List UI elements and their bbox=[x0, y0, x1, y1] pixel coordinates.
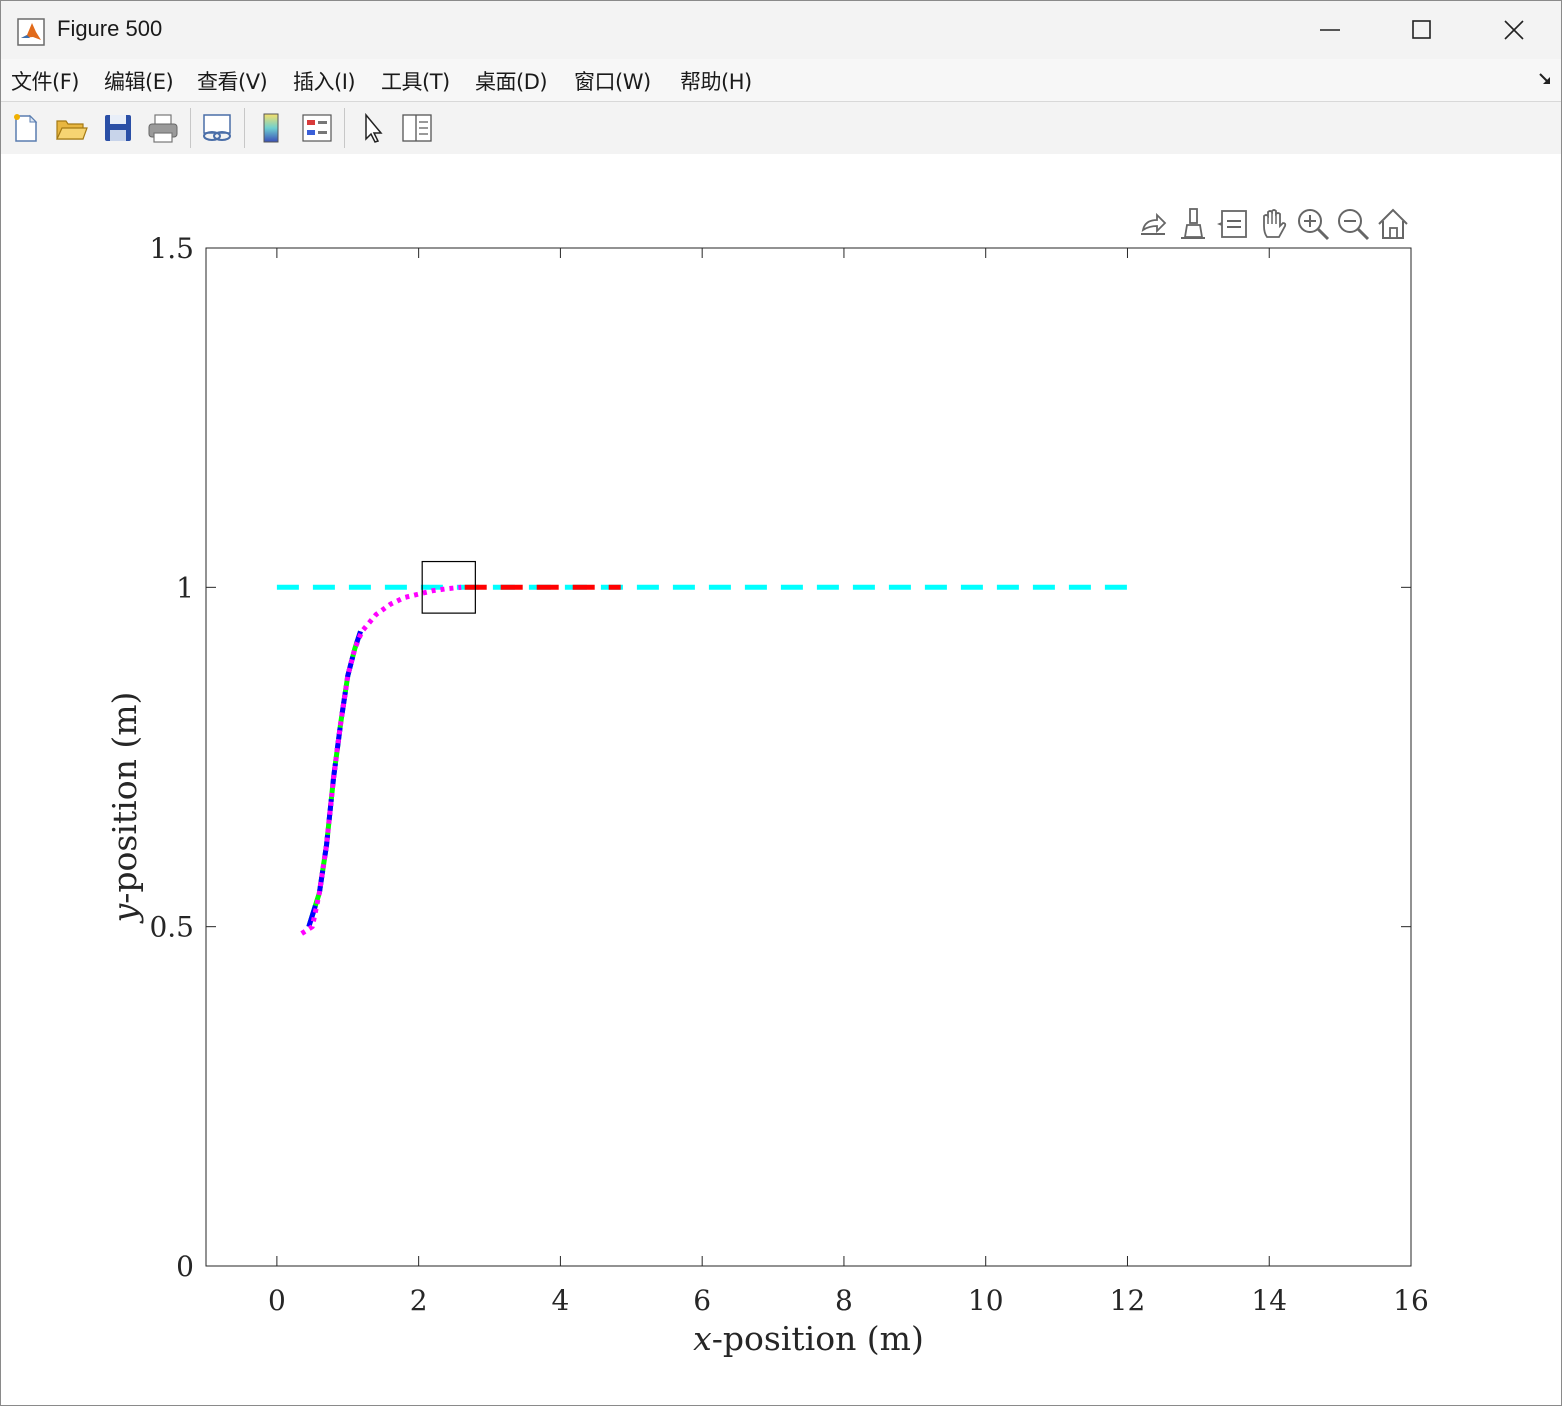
dock-arrow-icon[interactable] bbox=[1537, 71, 1553, 87]
menu-view[interactable]: 查看(V) bbox=[197, 66, 268, 96]
figure-canvas-area: 0 2 4 6 8 10 12 14 16 0 0.5 1 1.5 x-position (m) y-pos… bbox=[1, 154, 1561, 1405]
y-tick-label: 0 bbox=[176, 1250, 194, 1283]
toolbar-separator bbox=[344, 108, 345, 148]
y-axis-label-var: y bbox=[105, 903, 144, 924]
y-tick-label: 1.5 bbox=[149, 232, 194, 265]
y-axis-label: y-position (m) bbox=[105, 692, 144, 925]
matlab-app-icon bbox=[17, 18, 45, 46]
x-axis-label-rest: -position (m) bbox=[712, 1319, 924, 1358]
open-file-icon[interactable] bbox=[54, 111, 88, 145]
menu-insert[interactable]: 插入(I) bbox=[293, 66, 356, 96]
link-plot-icon[interactable] bbox=[200, 111, 234, 145]
edit-plot-arrow-icon[interactable] bbox=[357, 111, 391, 145]
window-title: Figure 500 bbox=[57, 16, 163, 41]
x-tick-label: 4 bbox=[551, 1284, 569, 1317]
x-tick-label: 16 bbox=[1393, 1284, 1429, 1317]
figure-toolbar bbox=[1, 101, 1561, 155]
new-figure-icon[interactable] bbox=[9, 111, 43, 145]
menu-tools[interactable]: 工具(T) bbox=[381, 66, 450, 96]
menu-help[interactable]: 帮助(H) bbox=[680, 66, 752, 96]
toolbar-separator bbox=[190, 108, 191, 148]
axes-box bbox=[205, 247, 1412, 1267]
menu-file[interactable]: 文件(F) bbox=[11, 66, 79, 96]
figure-window: Figure 500 文件(F) 编辑(E) 查看(V) 插入(I) 工具(T)… bbox=[0, 0, 1562, 1406]
minimize-icon bbox=[1320, 29, 1340, 31]
x-tick-label: 10 bbox=[968, 1284, 1004, 1317]
x-tick-label: 2 bbox=[410, 1284, 428, 1317]
colorbar-icon[interactable] bbox=[254, 111, 288, 145]
y-tick-label: 1 bbox=[176, 571, 194, 604]
property-inspector-icon[interactable] bbox=[400, 111, 434, 145]
minimize-button[interactable] bbox=[1284, 1, 1376, 59]
toolbar-separator bbox=[244, 108, 245, 148]
x-tick-label: 12 bbox=[1110, 1284, 1146, 1317]
menu-bar: 文件(F) 编辑(E) 查看(V) 插入(I) 工具(T) 桌面(D) 窗口(W… bbox=[1, 59, 1561, 101]
x-tick-label: 8 bbox=[835, 1284, 853, 1317]
menu-window[interactable]: 窗口(W) bbox=[574, 66, 651, 96]
menu-desktop[interactable]: 桌面(D) bbox=[475, 66, 548, 96]
close-button[interactable] bbox=[1468, 1, 1560, 59]
title-bar[interactable]: Figure 500 bbox=[1, 1, 1561, 59]
print-icon[interactable] bbox=[146, 111, 180, 145]
x-tick-label: 0 bbox=[268, 1284, 286, 1317]
maximize-icon bbox=[1412, 20, 1431, 39]
maximize-button[interactable] bbox=[1376, 1, 1468, 59]
x-axis-label-var: x bbox=[693, 1319, 712, 1358]
y-tick-label: 0.5 bbox=[149, 911, 194, 944]
legend-icon[interactable] bbox=[300, 111, 334, 145]
x-axis-label: x-position (m) bbox=[693, 1319, 924, 1358]
save-icon[interactable] bbox=[101, 111, 135, 145]
menu-edit[interactable]: 编辑(E) bbox=[104, 66, 174, 96]
plot-axes[interactable]: 0 2 4 6 8 10 12 14 1600.511.5x-position (m)y-pos… bbox=[1, 154, 1561, 1405]
x-tick-label: 6 bbox=[693, 1284, 711, 1317]
close-icon bbox=[1504, 20, 1524, 40]
y-axis-label-rest: -position (m) bbox=[105, 692, 144, 904]
x-tick-label: 14 bbox=[1251, 1284, 1287, 1317]
